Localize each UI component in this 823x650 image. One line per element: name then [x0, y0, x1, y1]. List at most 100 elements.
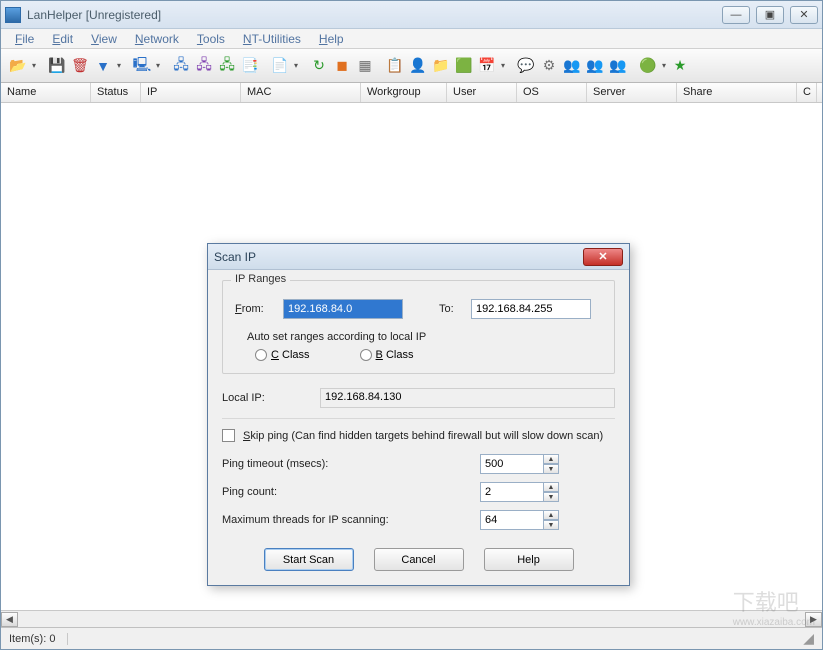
- ping-count-label: Ping count:: [222, 486, 472, 498]
- main-window: LanHelper [Unregistered] — ▣ ✕ FileEditV…: [0, 0, 823, 650]
- scan-workgroups-icon: 🖧: [173, 58, 189, 74]
- resize-grip-icon[interactable]: ◢: [803, 630, 814, 647]
- user2-icon: 👥: [564, 58, 580, 74]
- max-threads-spinner[interactable]: ▲▼: [480, 510, 559, 530]
- ping-count-spinner[interactable]: ▲▼: [480, 482, 559, 502]
- start-scan-button[interactable]: Start Scan: [264, 548, 354, 571]
- dropdown-arrow-icon[interactable]: ▾: [292, 61, 300, 70]
- key-icon[interactable]: 🟢: [637, 55, 659, 77]
- grid-icon[interactable]: ▦: [354, 55, 376, 77]
- folder-icon: 📁: [433, 58, 449, 74]
- filter-icon[interactable]: ▼: [92, 55, 114, 77]
- local-ip-value: 192.168.84.130: [320, 388, 615, 408]
- scan-hosts-icon[interactable]: 🖧: [193, 55, 215, 77]
- gears-icon[interactable]: ⚙: [538, 55, 560, 77]
- menu-nt-utilities[interactable]: NT-Utilities: [235, 30, 309, 48]
- scroll-right-icon[interactable]: ▶: [805, 612, 822, 627]
- chat-icon[interactable]: 💬: [515, 55, 537, 77]
- ping-timeout-input[interactable]: [480, 454, 544, 474]
- user-icon[interactable]: 👤: [407, 55, 429, 77]
- user3-icon[interactable]: 👥: [584, 55, 606, 77]
- column-server[interactable]: Server: [587, 83, 677, 102]
- grid-icon: ▦: [357, 58, 373, 74]
- c-class-radio[interactable]: C Class: [255, 349, 310, 361]
- b-class-radio[interactable]: B Class: [360, 349, 414, 361]
- star-icon[interactable]: ★: [669, 55, 691, 77]
- scan-lan-icon[interactable]: 🖳: [131, 55, 153, 77]
- scan-workgroups-icon[interactable]: 🖧: [170, 55, 192, 77]
- scroll-left-icon[interactable]: ◀: [1, 612, 18, 627]
- maximize-button[interactable]: ▣: [756, 6, 784, 24]
- from-label: From:: [235, 303, 275, 315]
- spin-down-icon[interactable]: ▼: [544, 464, 559, 474]
- user4-icon[interactable]: 👥: [607, 55, 629, 77]
- doc-icon[interactable]: 📄: [269, 55, 291, 77]
- clipboard-icon[interactable]: 📋: [384, 55, 406, 77]
- scan-ip-icon: 🖧: [219, 58, 235, 74]
- column-share[interactable]: Share: [677, 83, 797, 102]
- status-item-count: Item(s): 0: [9, 633, 68, 645]
- menu-edit[interactable]: Edit: [44, 30, 81, 48]
- divider: [222, 418, 615, 419]
- refresh-icon[interactable]: ↻: [308, 55, 330, 77]
- cancel-button[interactable]: Cancel: [374, 548, 464, 571]
- calendar-icon: 📅: [479, 58, 495, 74]
- dropdown-arrow-icon[interactable]: ▾: [30, 61, 38, 70]
- open-icon[interactable]: 📂: [7, 55, 29, 77]
- column-status[interactable]: Status: [91, 83, 141, 102]
- menu-view[interactable]: View: [83, 30, 125, 48]
- column-os[interactable]: OS: [517, 83, 587, 102]
- spin-down-icon[interactable]: ▼: [544, 492, 559, 502]
- horizontal-scrollbar[interactable]: ◀ ▶: [1, 610, 822, 627]
- menu-network[interactable]: Network: [127, 30, 187, 48]
- column-c[interactable]: C: [797, 83, 817, 102]
- column-workgroup[interactable]: Workgroup: [361, 83, 447, 102]
- scan-list-icon: 📑: [242, 58, 258, 74]
- open-icon: 📂: [10, 58, 26, 74]
- menu-file[interactable]: File: [7, 30, 42, 48]
- dropdown-arrow-icon[interactable]: ▾: [115, 61, 123, 70]
- from-ip-input[interactable]: [283, 299, 403, 319]
- spin-down-icon[interactable]: ▼: [544, 520, 559, 530]
- help-button[interactable]: Help: [484, 548, 574, 571]
- dialog-title: Scan IP: [214, 250, 583, 264]
- scan-ip-icon[interactable]: 🖧: [216, 55, 238, 77]
- gears-icon: ⚙: [541, 58, 557, 74]
- stop-icon[interactable]: ◼: [331, 55, 353, 77]
- app-icon[interactable]: 🟩: [453, 55, 475, 77]
- delete-icon[interactable]: 🗑: [69, 55, 91, 77]
- spin-up-icon[interactable]: ▲: [544, 454, 559, 464]
- user-icon: 👤: [410, 58, 426, 74]
- max-threads-input[interactable]: [480, 510, 544, 530]
- dropdown-arrow-icon[interactable]: ▾: [660, 61, 668, 70]
- list-area[interactable]: Scan IP ✕ IP Ranges From: To:: [1, 103, 822, 610]
- scan-list-icon[interactable]: 📑: [239, 55, 261, 77]
- save-icon[interactable]: 💾: [46, 55, 68, 77]
- menu-help[interactable]: Help: [311, 30, 352, 48]
- ping-timeout-spinner[interactable]: ▲▼: [480, 454, 559, 474]
- dropdown-arrow-icon[interactable]: ▾: [499, 61, 507, 70]
- spin-up-icon[interactable]: ▲: [544, 482, 559, 492]
- menu-tools[interactable]: Tools: [189, 30, 233, 48]
- spin-up-icon[interactable]: ▲: [544, 510, 559, 520]
- user2-icon[interactable]: 👥: [561, 55, 583, 77]
- menubar: FileEditViewNetworkToolsNT-UtilitiesHelp: [1, 29, 822, 49]
- dialog-close-button[interactable]: ✕: [583, 248, 623, 266]
- star-icon: ★: [672, 58, 688, 74]
- column-name[interactable]: Name: [1, 83, 91, 102]
- column-ip[interactable]: IP: [141, 83, 241, 102]
- column-user[interactable]: User: [447, 83, 517, 102]
- skip-ping-checkbox[interactable]: [222, 429, 235, 442]
- delete-icon: 🗑: [72, 58, 88, 74]
- minimize-button[interactable]: —: [722, 6, 750, 24]
- ping-count-input[interactable]: [480, 482, 544, 502]
- folder-icon[interactable]: 📁: [430, 55, 452, 77]
- user3-icon: 👥: [587, 58, 603, 74]
- to-ip-input[interactable]: [471, 299, 591, 319]
- column-mac[interactable]: MAC: [241, 83, 361, 102]
- close-button[interactable]: ✕: [790, 6, 818, 24]
- calendar-icon[interactable]: 📅: [476, 55, 498, 77]
- dropdown-arrow-icon[interactable]: ▾: [154, 61, 162, 70]
- clipboard-icon: 📋: [387, 58, 403, 74]
- radio-dot-icon: [360, 349, 372, 361]
